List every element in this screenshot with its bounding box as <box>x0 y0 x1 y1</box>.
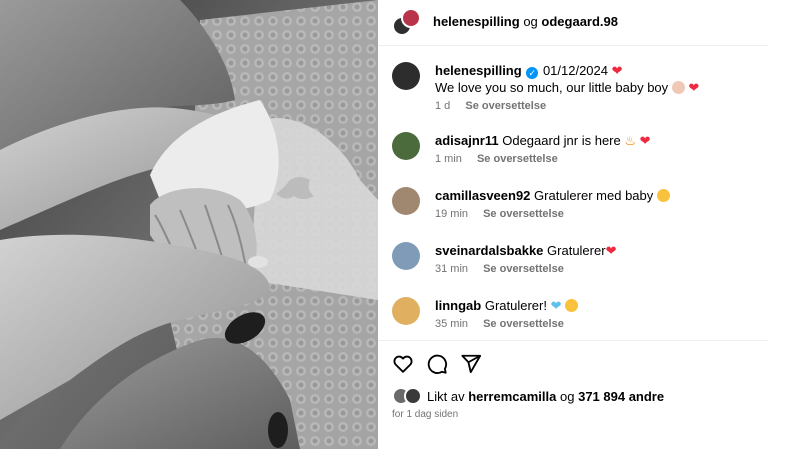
post-photo[interactable] <box>0 0 378 449</box>
author-link-1[interactable]: helenespilling <box>433 14 520 29</box>
verified-badge-icon: ✓ <box>526 67 539 79</box>
comment-text: Gratulerer! <box>484 298 547 313</box>
see-translation-button[interactable]: Se oversettelse <box>483 318 564 330</box>
post-actions: Likt av herremcamilla og 371 894 andre f… <box>378 340 768 440</box>
red-heart-icon: ❤ <box>639 133 651 148</box>
paper-plane-icon[interactable] <box>460 353 482 375</box>
likes-prefix: Likt av <box>427 389 465 404</box>
author-conjunction: og <box>523 14 538 29</box>
see-translation-button[interactable]: Se oversettelse <box>483 263 564 275</box>
speech-bubble-icon[interactable] <box>426 353 448 375</box>
baby-hands-photo <box>0 0 378 449</box>
post-side-panel: helenespilling og odegaard.98 helenespil… <box>378 0 768 449</box>
avatar[interactable] <box>392 297 420 325</box>
baby-face-icon <box>671 81 685 94</box>
post-authors: helenespilling og odegaard.98 <box>433 14 618 29</box>
heart-outline-icon[interactable] <box>392 353 414 375</box>
comment-username[interactable]: helenespilling <box>435 63 522 78</box>
likes-and: og <box>560 389 575 404</box>
post-header: helenespilling og odegaard.98 <box>378 0 768 46</box>
caption-date: 01/12/2024 <box>542 63 609 78</box>
liker-username[interactable]: herremcamilla <box>468 389 556 404</box>
avatar[interactable] <box>404 387 422 405</box>
likes-summary: Likt av herremcamilla og 371 894 andre <box>392 387 762 407</box>
author-link-2[interactable]: odegaard.98 <box>541 14 618 29</box>
caption: helenespilling ✓ 01/12/2024 ❤ We love yo… <box>378 62 768 114</box>
avatar[interactable] <box>392 62 420 90</box>
heart-eyes-icon <box>565 299 579 312</box>
comment-username[interactable]: camillasveen92 <box>435 188 530 203</box>
post-timestamp[interactable]: for 1 dag siden <box>392 409 458 420</box>
see-translation-button[interactable]: Se oversettelse <box>483 208 564 220</box>
comment-text: Gratulerer <box>547 243 606 258</box>
red-heart-icon: ❤ <box>611 63 623 78</box>
avatar[interactable] <box>392 132 420 160</box>
comment: sveinardalsbakke Gratulerer❤ 31 min Se o… <box>378 242 768 294</box>
likes-count[interactable]: 371 894 andre <box>578 389 664 404</box>
liker-avatars[interactable] <box>392 387 424 405</box>
comment-time: 1 min <box>435 153 462 165</box>
comment-time: 1 d <box>435 100 451 112</box>
caption-text: We love you so much, our little baby boy <box>435 80 669 95</box>
comment-time: 35 min <box>435 318 469 330</box>
see-translation-button[interactable]: Se oversettelse <box>477 153 558 165</box>
comment-text: Odegaard jnr is here <box>502 133 621 148</box>
comment-text: Gratulerer med baby <box>534 188 654 203</box>
see-translation-button[interactable]: Se oversettelse <box>465 100 546 112</box>
collab-avatars[interactable] <box>392 8 421 36</box>
page-margin <box>768 0 788 449</box>
comment-username[interactable]: sveinardalsbakke <box>435 243 543 258</box>
likes-text: Likt av herremcamilla og 371 894 andre <box>427 389 664 404</box>
red-heart-icon: ❤ <box>688 80 700 95</box>
light-blue-heart-icon: ❤ <box>550 298 562 313</box>
comment-username[interactable]: linngab <box>435 298 481 313</box>
avatar[interactable] <box>401 8 421 28</box>
fire-icon: ♨ <box>624 133 637 148</box>
comment: camillasveen92 Gratulerer med baby 19 mi… <box>378 187 768 239</box>
avatar[interactable] <box>392 242 420 270</box>
red-heart-icon: ❤ <box>605 243 617 258</box>
comment-username[interactable]: adisajnr11 <box>435 133 499 148</box>
comment-time: 31 min <box>435 263 469 275</box>
comment: adisajnr11 Odegaard jnr is here ♨ ❤ 1 mi… <box>378 132 768 184</box>
heart-eyes-icon <box>656 189 670 202</box>
avatar[interactable] <box>392 187 420 215</box>
comment-time: 19 min <box>435 208 469 220</box>
